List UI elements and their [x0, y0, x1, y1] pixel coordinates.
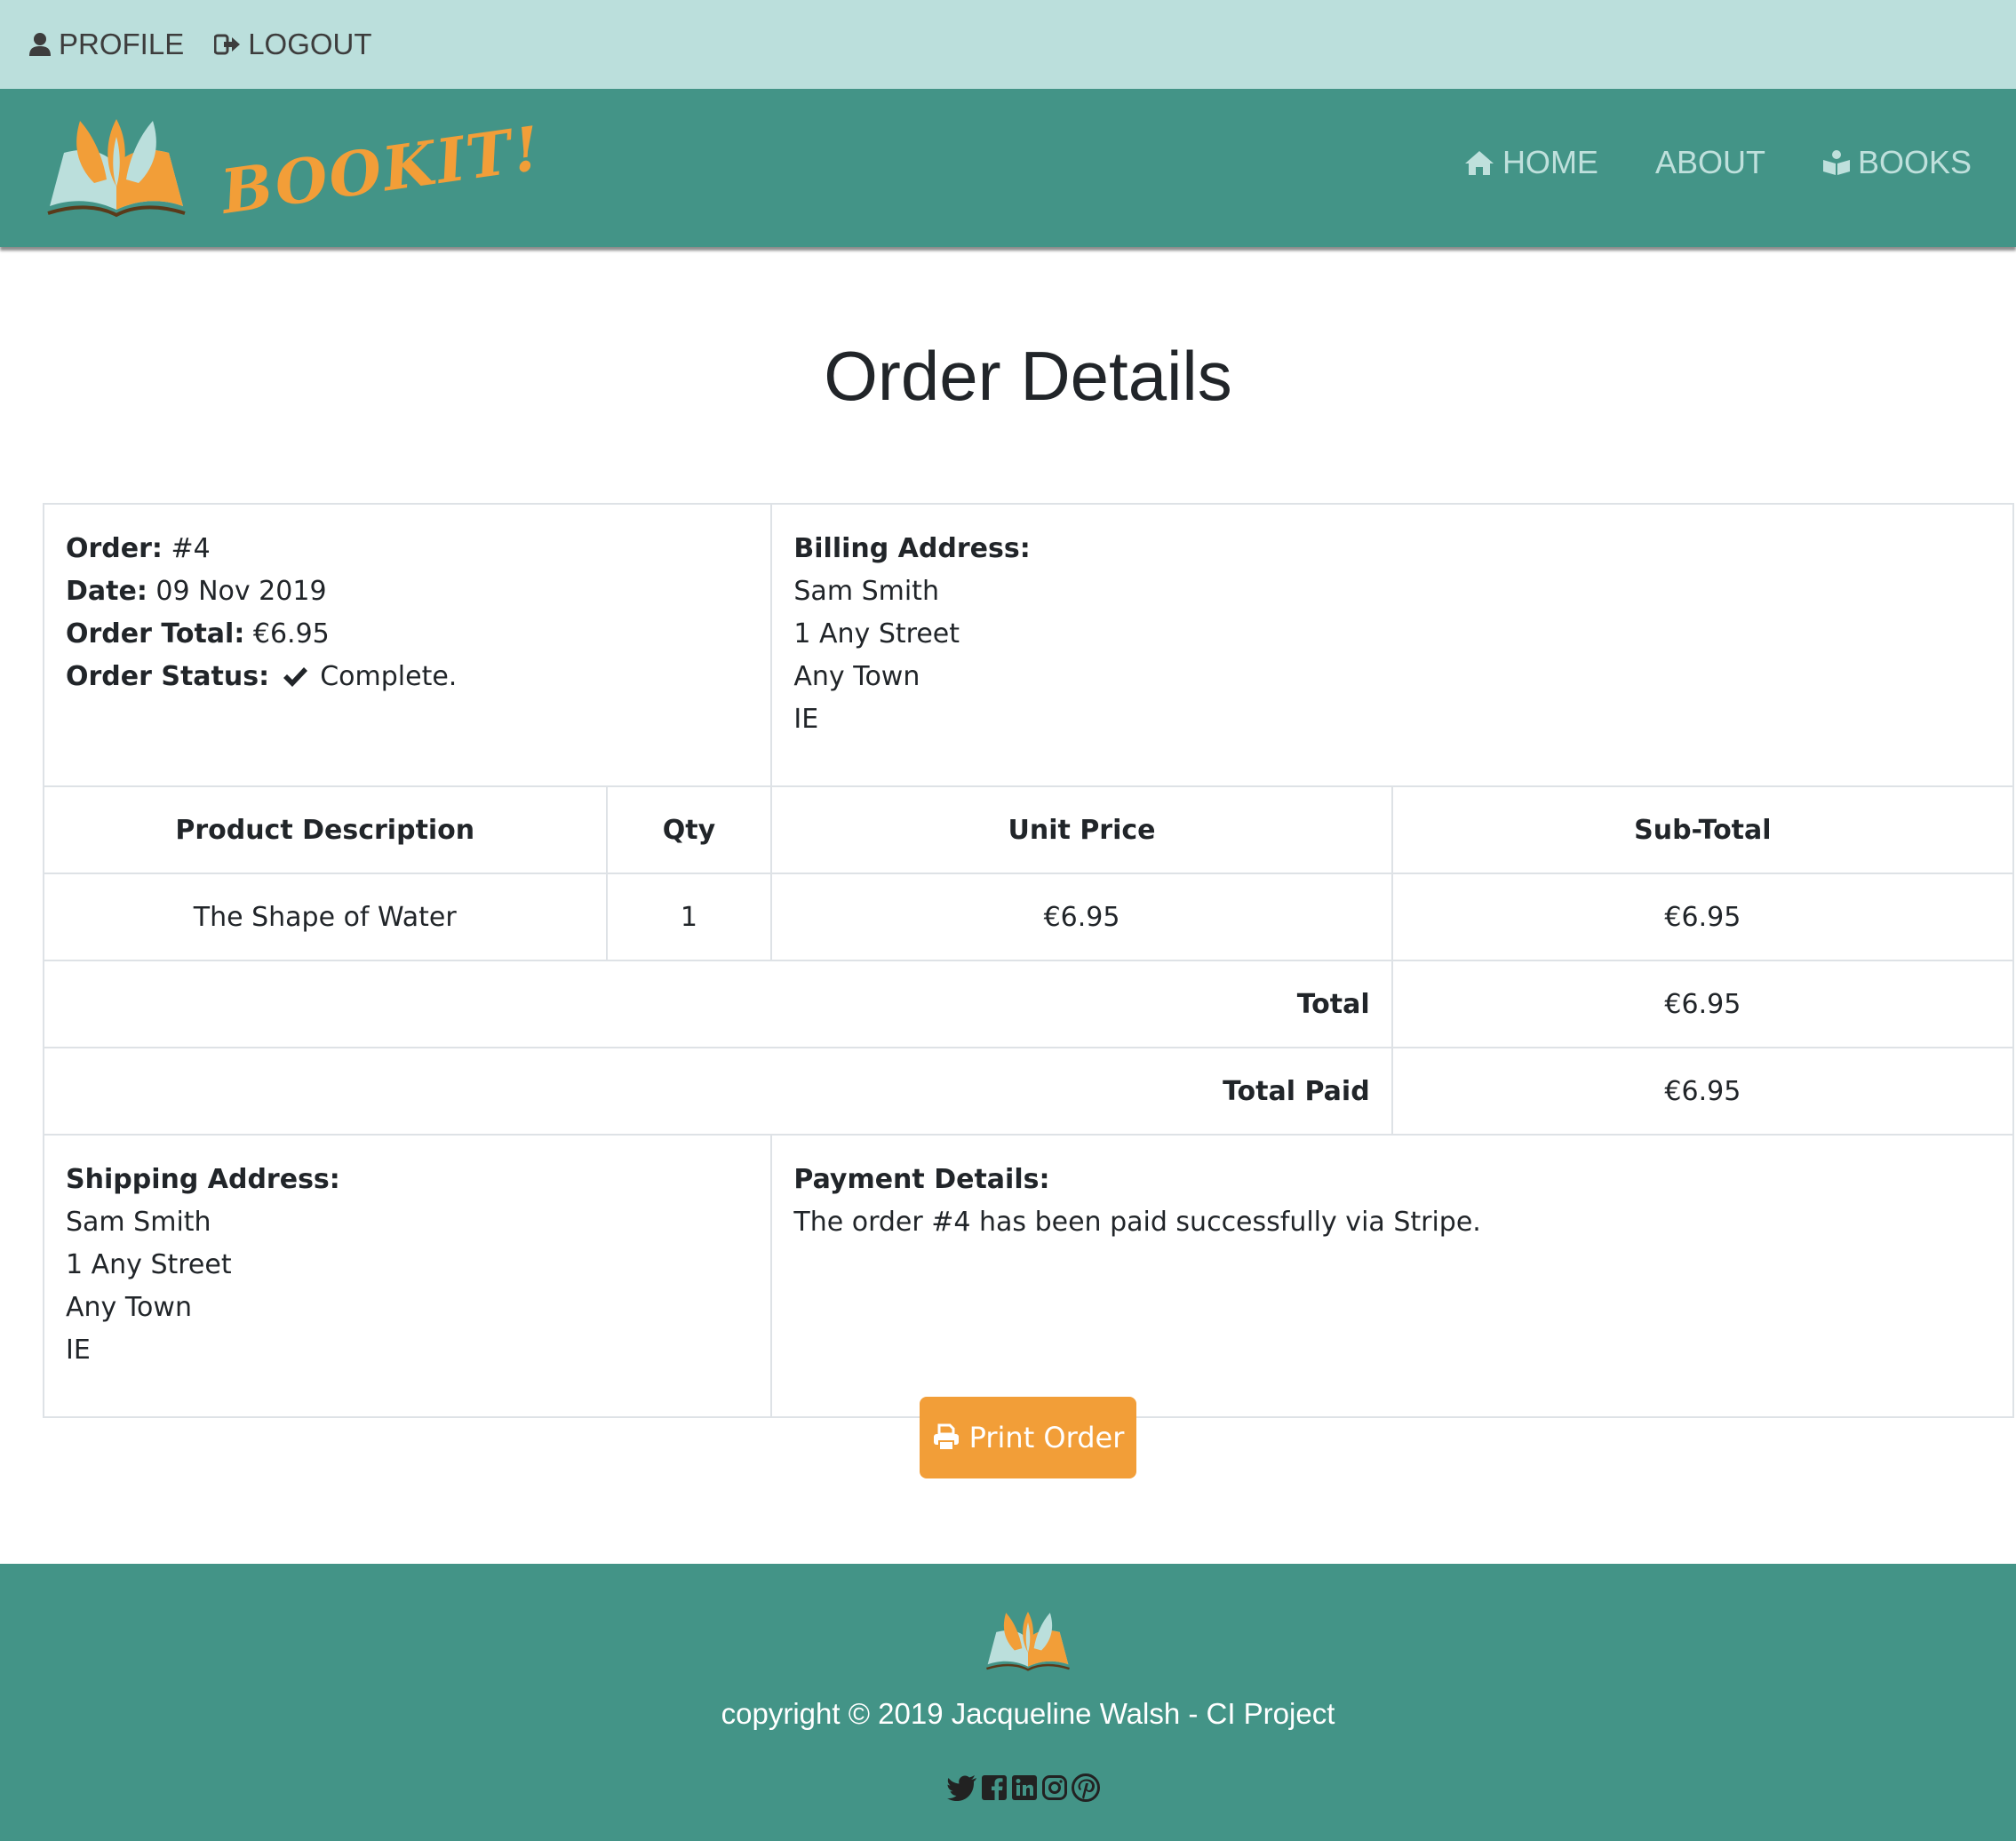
nav-books[interactable]: BOOKS: [1822, 144, 1972, 181]
total-row: Total €6.95: [43, 960, 2015, 1048]
order-number-label: Order:: [66, 533, 163, 564]
facebook-icon[interactable]: [981, 1774, 1008, 1801]
order-total-line: Order Total: €6.95: [66, 613, 749, 656]
total-paid-value: €6.95: [1390, 1047, 2015, 1136]
social-links: [947, 1773, 1104, 1802]
footer-book-logo-icon: [986, 1611, 1070, 1671]
billing-country: IE: [793, 704, 819, 735]
order-summary-cell: Order: #4 Date: 09 Nov 2019 Order Total:…: [42, 503, 773, 787]
shipping-country: IE: [66, 1335, 91, 1366]
billing-address-label: Billing Address:: [793, 533, 1031, 564]
shipping-payment-row: Shipping Address: Sam Smith 1 Any Street…: [42, 1134, 2014, 1418]
order-status-value: Complete.: [320, 661, 458, 692]
nav-home-label: HOME: [1502, 144, 1598, 180]
billing-street: 1 Any Street: [793, 618, 960, 650]
main-navbar: BOOKIT! HOME ABOUT BOOKS: [0, 89, 2016, 247]
total-value: €6.95: [1390, 960, 2015, 1048]
item-description: The Shape of Water: [43, 873, 608, 961]
nav-about-label: ABOUT: [1654, 144, 1765, 180]
header-product-description: Product Description: [43, 785, 608, 874]
brand-name: BOOKIT!: [217, 113, 546, 228]
item-unit-price: €6.95: [770, 873, 1393, 961]
shipping-address-cell: Shipping Address: Sam Smith 1 Any Street…: [42, 1134, 773, 1418]
billing-name: Sam Smith: [793, 576, 939, 607]
header-sub-total: Sub-Total: [1390, 785, 2015, 874]
nav-books-label: BOOKS: [1857, 144, 1972, 180]
twitter-icon[interactable]: [947, 1774, 977, 1801]
item-qty: 1: [605, 873, 773, 961]
shipping-address-label: Shipping Address:: [66, 1164, 340, 1195]
order-total-value: €6.95: [252, 618, 330, 650]
nav-home[interactable]: HOME: [1463, 144, 1598, 181]
logout-link[interactable]: LOGOUT: [214, 28, 372, 61]
order-number-value: #4: [171, 533, 211, 564]
header-unit-price: Unit Price: [770, 785, 1393, 874]
nav-links: HOME ABOUT BOOKS: [1406, 144, 1972, 181]
brand-home-link[interactable]: BOOKIT!: [44, 113, 546, 228]
payment-details-label: Payment Details:: [793, 1164, 1050, 1195]
order-date-line: Date: 09 Nov 2019: [66, 570, 749, 613]
check-icon: [283, 667, 307, 687]
copyright-text: copyright © 2019 Jacqueline Walsh - CI P…: [721, 1697, 1335, 1730]
print-order-button[interactable]: Print Order: [920, 1397, 1136, 1478]
item-subtotal: €6.95: [1390, 873, 2015, 961]
shipping-street: 1 Any Street: [66, 1249, 232, 1280]
open-book-logo-icon: [47, 119, 186, 218]
shipping-town: Any Town: [66, 1292, 192, 1323]
order-status-label: Order Status:: [66, 661, 270, 692]
total-paid-label: Total Paid: [43, 1047, 1393, 1136]
order-number-line: Order: #4: [66, 528, 749, 570]
order-info-row: Order: #4 Date: 09 Nov 2019 Order Total:…: [42, 503, 2014, 787]
shipping-name: Sam Smith: [66, 1207, 211, 1238]
print-icon: [933, 1423, 959, 1451]
order-details-table: Order: #4 Date: 09 Nov 2019 Order Total:…: [42, 503, 2015, 1418]
print-order-label: Print Order: [968, 1421, 1125, 1454]
profile-label: PROFILE: [59, 28, 185, 60]
top-utility-bar: PROFILE LOGOUT: [0, 0, 2016, 89]
payment-details-cell: Payment Details: The order #4 has been p…: [770, 1134, 2014, 1418]
payment-details-text: The order #4 has been paid successfully …: [793, 1207, 1481, 1238]
table-header-row: Product Description Qty Unit Price Sub-T…: [43, 785, 2015, 874]
pinterest-icon[interactable]: [1072, 1773, 1100, 1802]
logout-label: LOGOUT: [248, 28, 372, 60]
order-date-value: 09 Nov 2019: [155, 576, 327, 607]
page-title: Order Details: [824, 337, 1232, 415]
sign-out-icon: [214, 34, 241, 55]
billing-town: Any Town: [793, 661, 920, 692]
linkedin-icon[interactable]: [1011, 1774, 1038, 1801]
total-paid-row: Total Paid €6.95: [43, 1047, 2015, 1136]
user-icon: [29, 33, 51, 56]
footer: copyright © 2019 Jacqueline Walsh - CI P…: [0, 1564, 2016, 1841]
order-status-line: Order Status: Complete.: [66, 656, 749, 698]
nav-about[interactable]: ABOUT: [1655, 144, 1765, 181]
table-row: The Shape of Water 1 €6.95 €6.95: [43, 873, 2015, 961]
total-label: Total: [43, 960, 1393, 1048]
profile-link[interactable]: PROFILE: [28, 28, 184, 61]
order-total-label: Order Total:: [66, 618, 245, 650]
book-reader-icon: [1822, 150, 1850, 175]
home-icon: [1464, 151, 1494, 175]
order-date-label: Date:: [66, 576, 147, 607]
billing-address-cell: Billing Address: Sam Smith 1 Any Street …: [770, 503, 2014, 787]
header-qty: Qty: [605, 785, 773, 874]
instagram-icon[interactable]: [1041, 1774, 1068, 1801]
